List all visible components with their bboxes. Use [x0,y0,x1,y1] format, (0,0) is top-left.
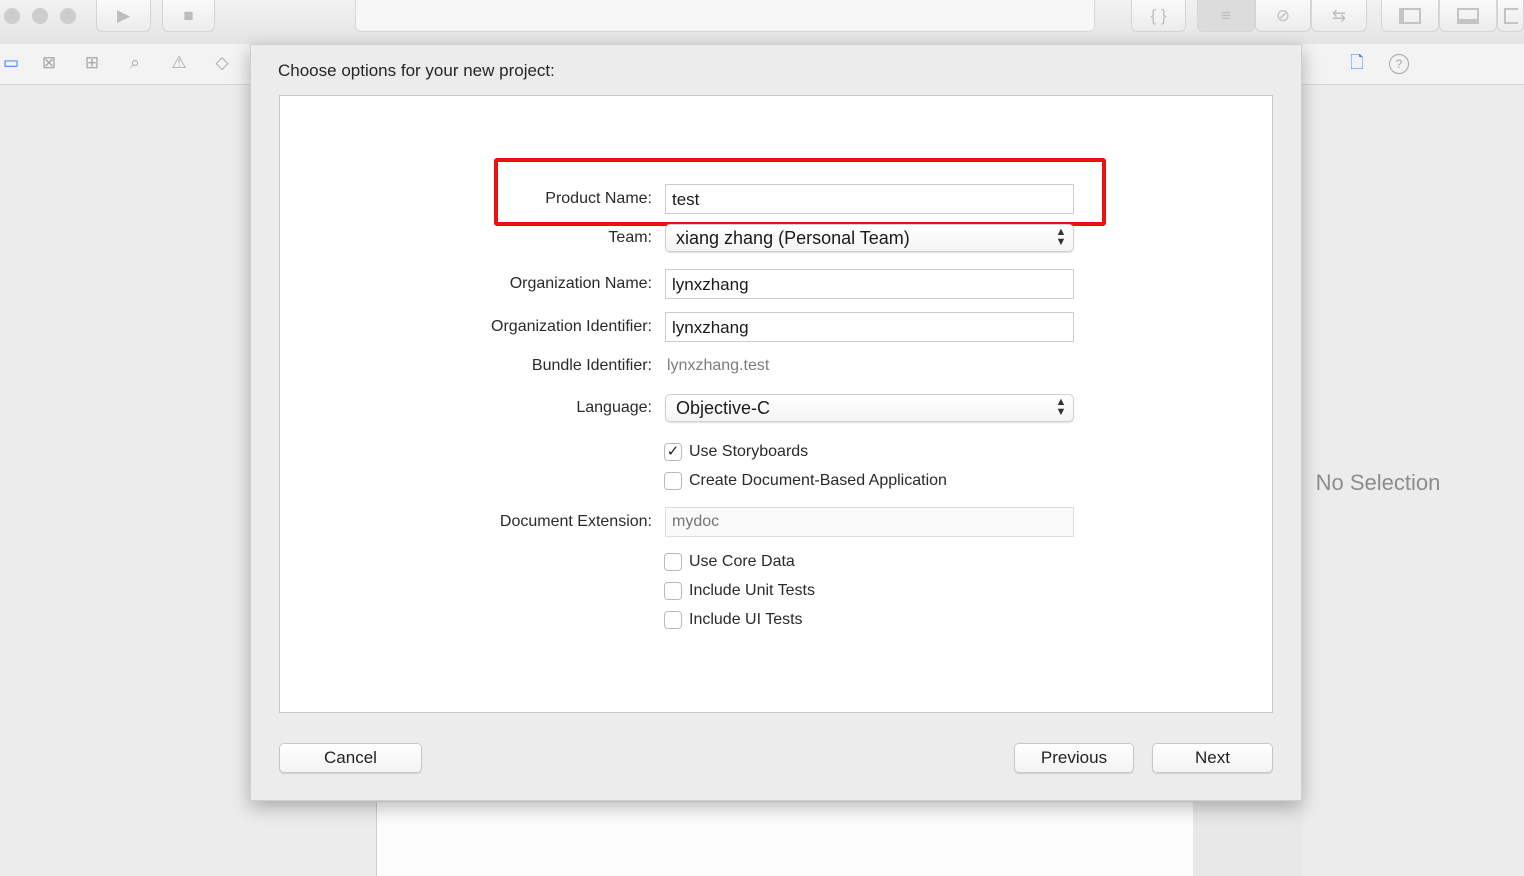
code-snippet-button[interactable]: { } [1131,0,1186,32]
bundle-identifier-value: lynxzhang.test [667,357,770,374]
bundle-identifier-label: Bundle Identifier: [531,357,652,374]
project-navigator-folder-icon[interactable]: ▭ [0,52,22,74]
issue-navigator-warning-icon[interactable]: ⚠ [168,52,190,74]
test-navigator-diamond-icon[interactable]: ◇ [211,52,233,74]
use-storyboards-checkbox[interactable]: ✓ [664,443,682,461]
file-inspector-file-icon[interactable]: 🗋 [1346,53,1368,75]
sheet-title: Choose options for your new project: [278,61,555,80]
quick-help-icon[interactable]: ? [1389,54,1409,74]
standard-editor-button[interactable]: ≡ [1197,0,1255,32]
team-value: xiang zhang (Personal Team) [676,228,910,248]
braces-icon: { } [1150,5,1167,25]
window-minimize-button[interactable] [32,8,48,24]
language-label: Language: [576,399,652,416]
use-storyboards-label: Use Storyboards [689,443,809,460]
highlight-box [494,158,1106,226]
create-document-based-label: Create Document-Based Application [689,472,947,489]
use-core-data-label: Use Core Data [689,553,795,570]
next-button[interactable]: Next [1152,743,1273,773]
window-zoom-button[interactable] [60,8,76,24]
source-control-navigator-icon[interactable]: ⊠ [38,52,60,74]
editor-canvas [376,802,1194,876]
popup-arrows-icon: ▲ ▼ [1055,226,1067,248]
document-extension-field[interactable] [665,507,1074,537]
activity-viewer [355,0,1095,32]
use-core-data-checkbox[interactable] [664,553,682,571]
organization-identifier-label: Organization Identifier: [491,318,652,335]
find-navigator-search-icon[interactable]: ⌕ [124,52,146,74]
stop-button[interactable]: ■ [162,0,215,32]
organization-name-label: Organization Name: [509,275,652,292]
left-panel-icon [1399,7,1421,24]
language-popup[interactable]: Objective-C ▲ ▼ [665,394,1074,422]
team-popup[interactable]: xiang zhang (Personal Team) ▲ ▼ [665,224,1074,252]
navigator-pane [0,85,250,876]
bottom-panel-icon [1457,7,1479,24]
no-selection-text: No Selection [1315,470,1441,495]
inspector-bar [1302,44,1524,85]
play-icon: ▶ [116,5,131,25]
include-unit-tests-checkbox[interactable] [664,582,682,600]
editor-lines-icon: ≡ [1221,5,1231,25]
stop-icon: ■ [183,5,194,25]
assistant-editor-button[interactable]: ⊘ [1255,0,1311,32]
version-editor-button[interactable]: ⇆ [1311,0,1367,32]
language-value: Objective-C [676,398,771,418]
organization-identifier-field[interactable]: lynxzhang [665,312,1074,342]
symbol-navigator-hierarchy-icon[interactable]: ⊞ [81,52,103,74]
team-label: Team: [608,229,652,246]
popup-arrows-icon: ▲ ▼ [1055,396,1067,418]
cancel-button[interactable]: Cancel [279,743,422,773]
toggle-navigator-button[interactable] [1381,0,1439,32]
swap-arrows-icon: ⇆ [1331,5,1347,25]
include-unit-tests-label: Include Unit Tests [689,582,815,599]
previous-button[interactable]: Previous [1014,743,1134,773]
run-button[interactable]: ▶ [96,0,151,32]
create-document-based-checkbox[interactable] [664,472,682,490]
right-panel-icon [1503,7,1518,24]
editor-canvas-margin [1193,802,1303,876]
window-close-button[interactable] [4,8,20,24]
include-ui-tests-label: Include UI Tests [689,611,803,628]
organization-name-field[interactable]: lynxzhang [665,269,1074,299]
toggle-debug-area-button[interactable] [1439,0,1497,32]
include-ui-tests-checkbox[interactable] [664,611,682,629]
rings-icon: ⊘ [1275,5,1291,25]
document-extension-label: Document Extension: [499,513,652,530]
toggle-inspector-button[interactable] [1497,0,1524,32]
